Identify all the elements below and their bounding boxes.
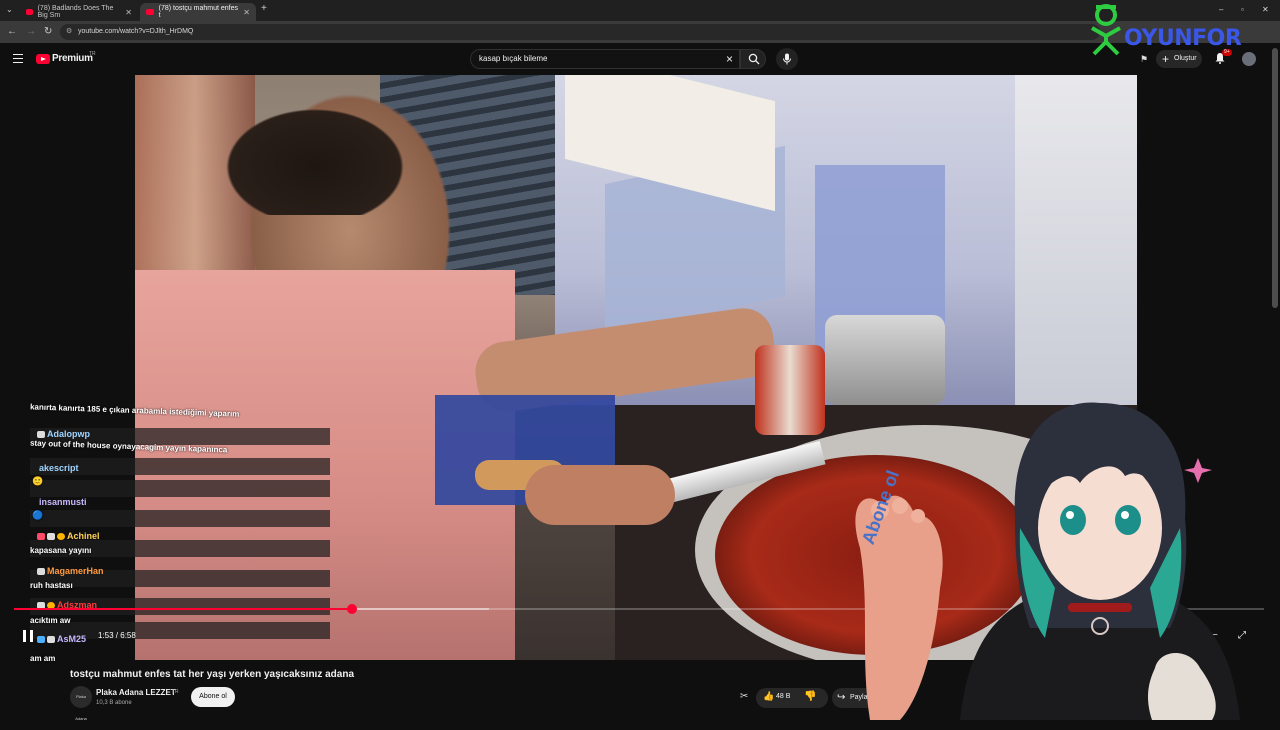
chat-badge-icon	[37, 636, 45, 644]
menu-icon[interactable]	[13, 54, 23, 63]
close-tab-icon[interactable]: ✕	[125, 8, 132, 17]
url-text: youtube.com/watch?v=DJlth_HrDMQ	[78, 28, 194, 35]
oyunfor-logo-text: OYUNFOR	[1124, 26, 1242, 51]
chat-badge-icon	[57, 533, 65, 541]
oyunfor-mascot-icon	[1091, 4, 1121, 56]
progress-played	[14, 608, 352, 610]
tab-title: (78) Badlands Does The Big Sm	[37, 5, 114, 19]
chat-message: kapasana yayını	[30, 546, 92, 555]
chat-username: Adalopwp	[37, 429, 90, 439]
browser-tab-2[interactable]: (78) tostçu mahmut enfes t ✕	[140, 3, 256, 21]
chat-badge-icon	[37, 431, 45, 439]
chat-emote-icon: 🙂	[32, 476, 44, 486]
tab-list-icon[interactable]: ⌄	[6, 4, 13, 16]
oyunfor-logo: OYUNFOR	[1086, 2, 1276, 58]
channel-name[interactable]: Plaka Adana LEZZET	[96, 688, 176, 697]
video-can	[755, 345, 825, 435]
country-code: TR	[89, 51, 96, 57]
search-input-value: kasap bıçak bileme	[479, 54, 548, 63]
like-dislike-group: 👍 48 B 👎	[756, 688, 828, 708]
chat-badge-icon	[47, 636, 55, 644]
video-bystander	[1015, 75, 1137, 405]
search-button[interactable]	[740, 49, 766, 69]
search-icon	[748, 53, 760, 65]
chat-username: Achinel	[37, 531, 100, 541]
chat-row-bg	[30, 510, 330, 527]
video-man-hand	[525, 465, 675, 525]
microphone-icon	[783, 53, 791, 65]
like-icon[interactable]: 👍	[763, 691, 774, 702]
subscriber-count: 10,3 B abone	[96, 700, 132, 706]
site-info-icon[interactable]: ⚙	[66, 24, 72, 40]
chat-message: kanırta kanırta 185 e çıkan arabamla ist…	[29, 402, 240, 419]
chat-message: am am	[30, 654, 56, 663]
video-title: tostçu mahmut enfes tat her yaşı yerken …	[70, 669, 355, 680]
chat-badge-icon	[37, 568, 45, 576]
chat-badge-icon	[47, 533, 55, 541]
chat-username: insanmusti	[39, 497, 87, 507]
youtube-favicon-icon	[146, 9, 154, 15]
pause-button[interactable]	[23, 630, 33, 642]
search-input[interactable]: kasap bıçak bileme ×	[470, 49, 740, 69]
dislike-icon[interactable]: 👎	[804, 691, 816, 702]
chat-username: MagamerHan	[37, 566, 104, 576]
youtube-logo-icon[interactable]	[36, 54, 50, 64]
progress-scrubber[interactable]	[346, 604, 357, 614]
like-count[interactable]: 48 B	[776, 693, 790, 700]
chat-username: akescript	[39, 463, 79, 473]
live-chat-overlay: kanırta kanırta 185 e çıkan arabamla ist…	[25, 400, 335, 670]
page-scrollbar[interactable]	[1272, 48, 1278, 308]
video-man-hair	[225, 95, 425, 215]
channel-country: TR	[172, 689, 179, 695]
browser-tab-1[interactable]: (78) Badlands Does The Big Sm ✕	[20, 3, 138, 21]
clip-icon[interactable]: ✂	[740, 691, 748, 702]
chat-message: ruh hastası	[30, 581, 73, 590]
voice-search-button[interactable]	[776, 48, 798, 70]
chat-badge-icon	[37, 533, 45, 541]
url-field[interactable]: ⚙ youtube.com/watch?v=DJlth_HrDMQ	[60, 24, 1100, 40]
youtube-favicon-icon	[26, 9, 33, 15]
chat-message: acıktım aw	[30, 616, 71, 625]
back-icon[interactable]: ←	[7, 26, 17, 38]
close-tab-icon[interactable]: ✕	[243, 8, 250, 17]
vtuber-avatar	[855, 402, 1240, 720]
chat-username: AsM25	[37, 634, 86, 644]
time-display: 1:53 / 6:58	[98, 631, 136, 640]
subscribe-button[interactable]: Abone ol	[191, 687, 235, 707]
chat-row-bg	[30, 480, 330, 497]
reload-icon[interactable]: ↻	[44, 26, 52, 38]
forward-icon[interactable]: →	[26, 26, 36, 38]
tab-title: (78) tostçu mahmut enfes t	[158, 5, 239, 19]
new-tab-icon[interactable]: +	[261, 3, 267, 15]
youtube-premium-logo[interactable]: Premium	[52, 53, 93, 64]
clear-search-icon[interactable]: ×	[726, 52, 733, 66]
channel-avatar[interactable]: Plaka Adana	[70, 686, 92, 721]
video-pot	[825, 315, 945, 405]
chat-emote-icon: 🔵	[32, 510, 44, 520]
